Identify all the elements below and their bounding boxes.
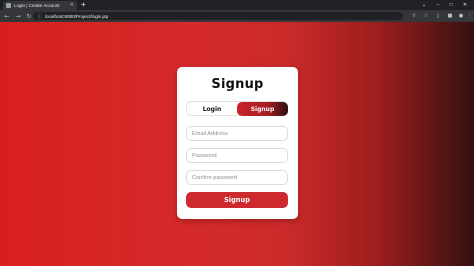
url-text: localhost:8080/Project/login.jsp <box>45 13 109 19</box>
star-icon[interactable]: ☆ <box>422 12 430 20</box>
address-bar[interactable]: ⓘ localhost:8080/Project/login.jsp <box>33 12 403 20</box>
close-window-button[interactable]: ✕ <box>459 0 471 10</box>
new-tab-button[interactable]: + <box>81 1 86 9</box>
back-button[interactable]: ← <box>3 12 11 20</box>
profile-icon[interactable]: ● <box>457 12 465 20</box>
confirm-password-field[interactable]: Confirm password <box>186 170 288 185</box>
email-field[interactable]: Email Address <box>186 126 288 141</box>
tab-strip: Login | Create Account × + ⌄ – □ ✕ <box>0 0 474 10</box>
maximize-button[interactable]: □ <box>445 0 457 10</box>
signup-submit-button[interactable]: Signup <box>186 192 288 208</box>
page-background: Signup Login Signup Email Address Passwo… <box>0 22 474 266</box>
browser-tab[interactable]: Login | Create Account × <box>3 1 77 10</box>
reload-button[interactable]: ↻ <box>25 12 33 20</box>
menu-icon[interactable]: ⋮ <box>466 12 474 20</box>
sidebar-icon[interactable]: ▯ <box>434 12 442 20</box>
form-title: Signup <box>211 77 264 92</box>
confirm-password-placeholder: Confirm password <box>192 174 238 181</box>
password-field[interactable]: Password <box>186 148 288 163</box>
extension-icon[interactable]: ■ <box>446 12 454 20</box>
tab-title: Login | Create Account <box>14 3 60 8</box>
page-favicon-icon <box>6 3 11 8</box>
forward-button[interactable]: → <box>14 12 22 20</box>
tab-close-icon[interactable]: × <box>70 3 74 8</box>
login-signup-switch: Login Signup <box>186 101 288 116</box>
email-placeholder: Email Address <box>192 130 228 137</box>
signup-tab-button[interactable]: Signup <box>237 102 288 116</box>
password-placeholder: Password <box>192 152 217 159</box>
login-tab-button[interactable]: Login <box>187 102 237 116</box>
site-info-icon[interactable]: ⓘ <box>37 13 42 20</box>
chevron-down-icon[interactable]: ⌄ <box>418 0 430 10</box>
minimize-button[interactable]: – <box>432 0 444 10</box>
share-icon[interactable]: ⇪ <box>410 12 418 20</box>
signup-card: Signup Login Signup Email Address Passwo… <box>177 67 298 219</box>
